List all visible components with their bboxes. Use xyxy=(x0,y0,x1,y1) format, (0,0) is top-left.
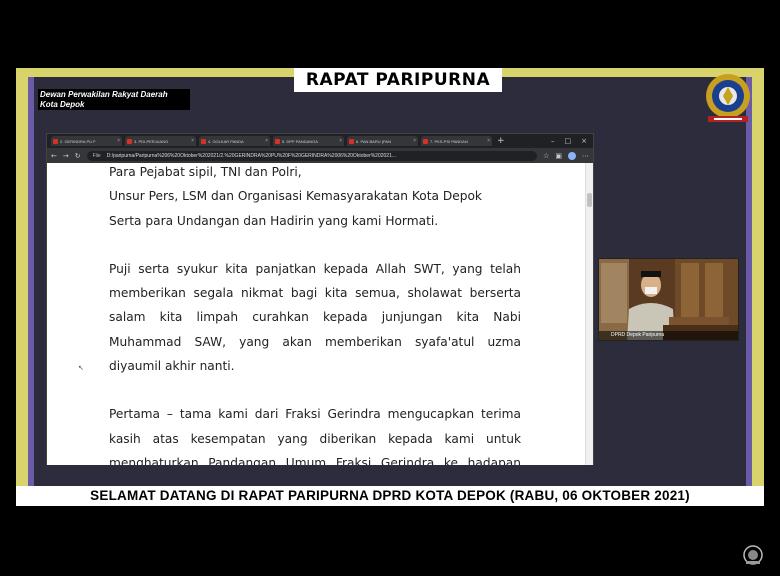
browser-tab[interactable]: 4. GOLKAR PANDA × xyxy=(199,136,270,146)
pdf-icon xyxy=(127,138,132,144)
new-tab-button[interactable]: + xyxy=(497,136,505,146)
org-label-line2: Kota Depok xyxy=(40,100,85,109)
close-icon[interactable]: × xyxy=(265,138,268,144)
browser-tab[interactable]: 7. PKS-PSI PANDAN × xyxy=(421,136,492,146)
dprd-watermark-icon xyxy=(743,545,763,565)
pdf-icon xyxy=(53,138,58,144)
pdf-icon xyxy=(275,138,280,144)
ticker-banner: SELAMAT DATANG DI RAPAT PARIPURNA DPRD K… xyxy=(16,486,764,506)
reload-icon[interactable]: ↻ xyxy=(75,152,81,160)
avatar[interactable] xyxy=(568,151,576,160)
browser-tab-bar: 2. GERINDRA PU F × 3. PDI-PERJUANG × 4. GO… xyxy=(47,134,593,148)
close-icon[interactable]: × xyxy=(487,138,490,144)
page-title: RAPAT PARIPURNA xyxy=(294,68,502,92)
star-icon[interactable]: ☆ xyxy=(543,152,549,160)
org-label: Dewan Perwakilan Rakyat Daerah Kota Depo… xyxy=(38,89,190,110)
browser-window: 2. GERINDRA PU F × 3. PDI-PERJUANG × 4. GO… xyxy=(46,133,594,465)
address-bar: ← → ↻ File D:/paripurna/Paripurna%206%20O… xyxy=(47,148,593,163)
scrollbar[interactable] xyxy=(585,163,593,465)
file-scheme-label: File xyxy=(92,152,101,159)
close-window-icon[interactable]: × xyxy=(581,137,587,145)
mouse-cursor-icon: ↖ xyxy=(78,364,84,372)
pdf-document-view: Para Pejabat sipil, TNI dan Polri, Unsur… xyxy=(47,163,587,465)
maximize-icon[interactable]: □ xyxy=(565,137,572,145)
doc-paragraph: Puji serta syukur kita panjatkan kepada … xyxy=(109,261,521,374)
scrollbar-thumb[interactable] xyxy=(587,193,592,207)
speaker-video-image xyxy=(599,259,738,340)
speaker-camera-feed: DPRD Depok Paripurna xyxy=(598,258,739,341)
url-text: D:/paripurna/Paripurna%206%20Oktober%202… xyxy=(106,152,397,159)
close-icon[interactable]: × xyxy=(413,138,416,144)
doc-line: Serta para Undangan dan Hadirin yang kam… xyxy=(109,213,439,228)
close-icon[interactable]: × xyxy=(339,138,342,144)
pdf-icon xyxy=(423,138,428,144)
url-input[interactable]: File D:/paripurna/Paripurna%206%20Oktober… xyxy=(86,150,538,161)
window-controls: – □ × xyxy=(551,137,593,145)
doc-line: Unsur Pers, LSM dan Organisasi Kemasyara… xyxy=(109,189,482,204)
pdf-icon xyxy=(201,138,206,144)
pdf-icon xyxy=(349,138,354,144)
doc-line: Para Pejabat sipil, TNI dan Polri, xyxy=(109,165,302,179)
menu-icon[interactable]: ⋯ xyxy=(582,152,589,160)
browser-tab[interactable]: 6. PAN BARU (PAN × xyxy=(347,136,418,146)
camera-caption: DPRD Depok Paripurna xyxy=(599,331,738,340)
browser-tab[interactable]: 3. PDI-PERJUANG × xyxy=(125,136,196,146)
browser-tab[interactable]: 2. GERINDRA PU F × xyxy=(51,136,122,146)
collections-icon[interactable]: ▣ xyxy=(555,152,562,160)
forward-icon[interactable]: → xyxy=(63,152,69,160)
close-icon[interactable]: × xyxy=(117,138,120,144)
minimize-icon[interactable]: – xyxy=(551,137,555,145)
address-bar-icons: ☆ ▣ ⋯ xyxy=(543,151,589,160)
dprd-emblem-icon xyxy=(706,74,750,122)
back-icon[interactable]: ← xyxy=(51,152,57,160)
close-icon[interactable]: × xyxy=(191,138,194,144)
org-label-line1: Dewan Perwakilan Rakyat Daerah xyxy=(40,90,168,99)
document-text: Para Pejabat sipil, TNI dan Polri, Unsur… xyxy=(109,163,521,465)
browser-tab[interactable]: 5. DPP PANDANGA × xyxy=(273,136,344,146)
doc-paragraph: Pertama – tama kami dari Fraksi Gerindra… xyxy=(109,407,521,465)
